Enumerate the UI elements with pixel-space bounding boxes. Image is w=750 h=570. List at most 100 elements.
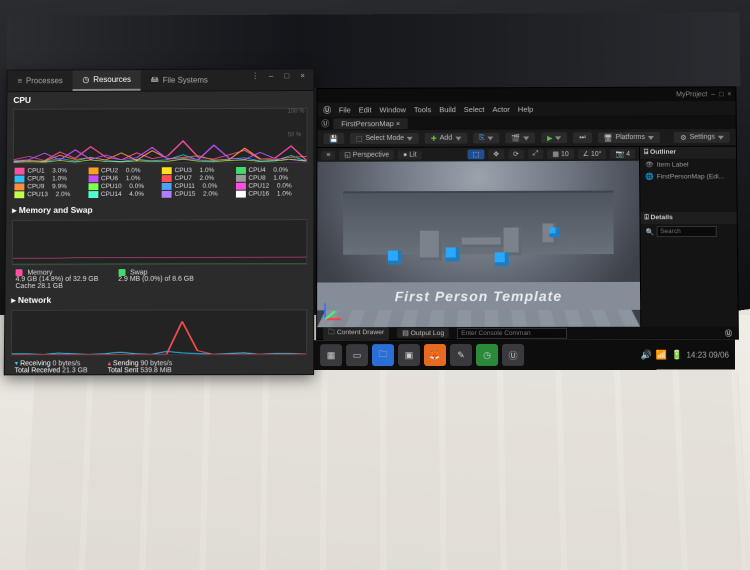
ue-logo-statusbar-icon: Ⓤ	[725, 328, 732, 338]
axis-gizmo-icon	[321, 299, 345, 323]
ue-logo-small-icon: Ⓤ	[321, 118, 329, 129]
save-button[interactable]: 💾	[323, 133, 344, 144]
taskbar-unreal-button[interactable]: Ⓤ	[502, 344, 524, 366]
add-icon: ✚	[431, 134, 437, 142]
world-icon: 🌐	[645, 173, 654, 181]
cpu-legend-item: CPU12 0.0%	[235, 183, 305, 190]
swap-readout: Swap 2.9 MB (0.0%) of 8.6 GB	[118, 269, 194, 283]
memory-label: Memory	[27, 270, 52, 277]
close-icon[interactable]: ×	[296, 71, 310, 88]
ue-logo-icon: Ⓤ	[323, 104, 330, 115]
output-log-button[interactable]: ▤ Output Log	[397, 328, 449, 338]
ue-menu-actor[interactable]: Actor	[492, 104, 509, 113]
snap-angle-button[interactable]: ∠ 10°	[578, 149, 607, 159]
taskbar-monitor-button[interactable]: ◷	[476, 344, 498, 366]
cpu-legend-item: CPU11 0.0%	[162, 183, 232, 190]
cpu-legend-item: CPU8 1.0%	[236, 175, 306, 182]
ue-menu-build[interactable]: Build	[439, 105, 456, 114]
details-search-input[interactable]	[657, 226, 717, 237]
ue-viewport[interactable]: First Person Template	[317, 161, 640, 327]
camera-speed-button[interactable]: 📷 4	[610, 149, 635, 159]
sequence-icon: 🎬	[511, 134, 520, 142]
swap-value: 2.9 MB (0.0%) of 8.6 GB	[118, 276, 194, 283]
desktop-taskbar: ▦ ▭ 🗀 ▣ 🦊 ✎ ◷ Ⓤ 🔊 📶 🔋 14:23 09/06	[314, 340, 735, 370]
cpu-legend-item: CPU13 2.0%	[14, 191, 84, 198]
blueprint-button[interactable]: ⎘	[473, 133, 500, 144]
transform-rotate-button[interactable]: ⟳	[508, 149, 524, 159]
ue-menu-help[interactable]: Help	[518, 104, 533, 113]
ue-menu-edit[interactable]: Edit	[359, 105, 372, 114]
platforms-icon: 🖥	[604, 134, 613, 142]
cpu-chart: 100 % 50 % 0 %	[13, 108, 308, 164]
cpu-legend-item: CPU5 1.0%	[15, 175, 85, 182]
tray-volume-icon[interactable]: 🔊	[641, 349, 652, 360]
eye-column-icon: 👁	[645, 161, 654, 169]
ue-document-tab[interactable]: FirstPersonMap ×	[333, 118, 408, 129]
cpu-y-0: 0 %	[288, 156, 305, 162]
perspective-icon: ◱	[344, 152, 351, 159]
outliner-panel-header[interactable]: ⍈ Outliner	[640, 147, 736, 159]
content-drawer-button[interactable]: 🗀 Content Drawer	[323, 327, 389, 340]
ue-minimize-icon[interactable]: –	[711, 91, 715, 98]
log-icon: ▤	[402, 330, 408, 337]
ue-maximize-icon[interactable]: □	[719, 91, 723, 98]
network-chart	[11, 310, 307, 356]
add-button[interactable]: ✚ Add	[425, 133, 467, 144]
ue-menu-tools[interactable]: Tools	[414, 105, 431, 114]
window-menu-icon[interactable]: ⋮	[248, 72, 262, 89]
memory-readout: Memory 4.9 GB (14.8%) of 32.9 GB Cache 2…	[15, 269, 98, 290]
viewmode-button[interactable]: ● Lit	[398, 150, 421, 159]
taskbar-files-button[interactable]: 🗀	[372, 344, 394, 366]
show-desktop-button[interactable]: ▭	[346, 344, 368, 366]
ue-menu-select[interactable]: Select	[464, 105, 485, 114]
transform-scale-button[interactable]: ⤢	[528, 149, 544, 159]
console-input[interactable]	[457, 327, 567, 338]
taskbar-firefox-button[interactable]: 🦊	[424, 344, 446, 366]
cpu-legend: CPU1 3.0%CPU2 0.0%CPU3 1.0%CPU4 0.0%CPU5…	[6, 165, 313, 202]
details-panel-header[interactable]: ⍗ Details	[640, 212, 736, 224]
maximize-icon[interactable]: □	[280, 71, 294, 88]
gear-icon: ⚙	[680, 133, 686, 141]
ue-menu-file[interactable]: File	[339, 105, 351, 114]
platforms-button[interactable]: 🖥 Platforms	[598, 132, 660, 143]
app-launcher-button[interactable]: ▦	[320, 344, 342, 366]
cpu-legend-item: CPU10 0.0%	[88, 183, 158, 190]
transform-select-button[interactable]: ⬚	[468, 149, 485, 159]
select-mode-button[interactable]: ⬚ Select Mode	[350, 133, 419, 144]
minimize-icon[interactable]: –	[264, 72, 278, 89]
tab-resources-label: Resources	[93, 75, 131, 84]
swap-label: Swap	[130, 269, 147, 276]
ue-tab-close-icon[interactable]: ×	[396, 119, 400, 128]
select-mode-icon: ⬚	[356, 135, 363, 143]
cpu-legend-item: CPU7 2.0%	[162, 175, 232, 182]
tab-filesystems-label: File Systems	[163, 76, 208, 85]
viewport-banner: First Person Template	[317, 282, 640, 310]
perspective-button[interactable]: ◱ Perspective	[339, 150, 394, 160]
tab-resources[interactable]: ◷ Resources	[73, 70, 141, 91]
cpu-legend-item: CPU2 0.0%	[88, 167, 158, 174]
play-button[interactable]: ▶	[541, 132, 567, 143]
tab-processes[interactable]: ≡ Processes	[8, 70, 73, 91]
outliner-world-row[interactable]: 🌐 FirstPersonMap (Edi...	[640, 170, 736, 182]
taskbar-terminal-button[interactable]: ▣	[398, 344, 420, 366]
skip-button[interactable]: ⏭	[573, 132, 591, 143]
sequence-button[interactable]: 🎬	[505, 132, 535, 143]
tab-filesystems[interactable]: 🖴 File Systems	[141, 70, 218, 91]
tray-battery-icon[interactable]: 🔋	[671, 349, 682, 360]
cpu-legend-item: CPU4 0.0%	[236, 167, 306, 174]
network-section-title: ▸ Network	[5, 292, 313, 308]
ue-close-icon[interactable]: ×	[727, 91, 731, 98]
tray-wifi-icon[interactable]: 📶	[656, 349, 667, 360]
settings-button[interactable]: ⚙ Settings	[674, 132, 730, 143]
ue-menu-window[interactable]: Window	[379, 105, 405, 114]
resources-icon: ◷	[82, 75, 89, 84]
filesystems-icon: 🖴	[151, 73, 159, 87]
memory-section-title: ▸ Memory and Swap	[6, 201, 313, 218]
transform-move-button[interactable]: ✥	[488, 149, 504, 159]
taskbar-editor-button[interactable]: ✎	[450, 344, 472, 366]
viewport-options-button[interactable]: ≡	[321, 150, 335, 159]
taskbar-clock[interactable]: 14:23 09/06	[686, 350, 729, 359]
snap-grid-button[interactable]: ▦ 10	[547, 149, 573, 159]
ue-project-name: MyProject	[676, 91, 707, 98]
cpu-legend-item: CPU14 4.0%	[88, 191, 158, 198]
